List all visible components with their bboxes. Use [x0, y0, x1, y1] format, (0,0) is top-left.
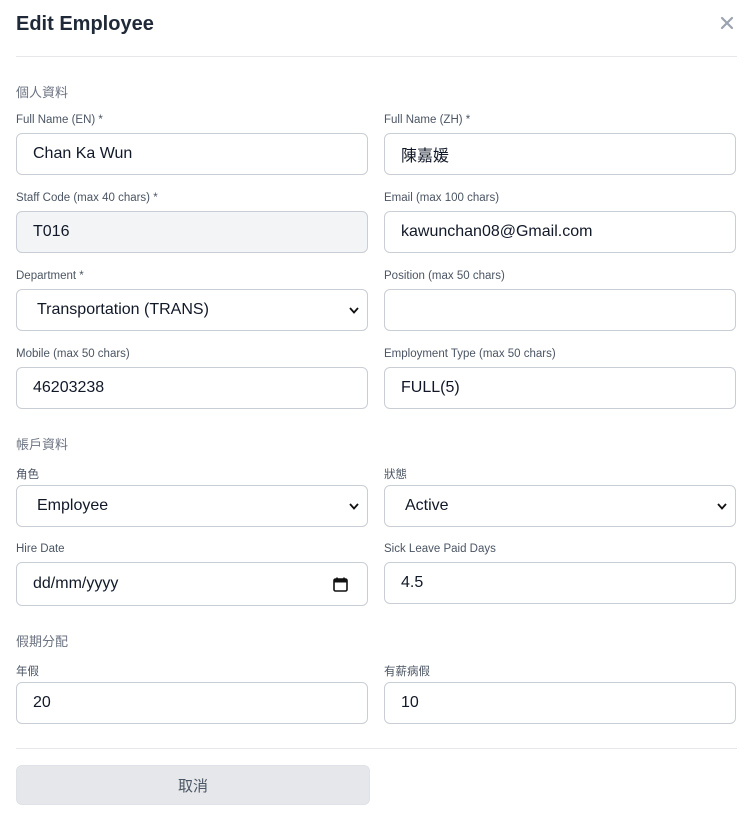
role-value: Employee — [37, 497, 109, 514]
section-title-account: 帳戶資料 — [16, 438, 69, 453]
role-select[interactable]: Employee — [16, 485, 368, 527]
sick-leave-paid-days-input[interactable]: 4.5 — [384, 562, 736, 604]
position-label: Position (max 50 chars) — [384, 270, 505, 282]
full-name-zh-value: 陳嘉媛 — [401, 148, 450, 165]
email-value: kawunchan08@Gmail.com — [401, 223, 593, 240]
full-name-en-input[interactable]: Chan Ka Wun — [16, 133, 368, 175]
calendar-icon[interactable] — [331, 577, 349, 592]
department-value: Transportation (TRANS) — [37, 301, 209, 318]
dialog-title: Edit Employee — [16, 13, 154, 35]
full-name-zh-label: Full Name (ZH) * — [384, 114, 471, 126]
annual-leave-label: 年假 — [16, 666, 39, 678]
cancel-button[interactable]: 取消 — [16, 765, 370, 805]
footer-divider — [16, 748, 737, 749]
section-title-leave: 假期分配 — [16, 635, 69, 650]
employment-type-input[interactable]: FULL(5) — [384, 367, 736, 409]
paid-sick-leave-input[interactable]: 10 — [384, 682, 736, 724]
full-name-zh-input[interactable]: 陳嘉媛 — [384, 133, 736, 175]
department-select[interactable]: Transportation (TRANS) — [16, 289, 368, 331]
paid-sick-leave-label: 有薪病假 — [384, 666, 430, 678]
annual-leave-value: 20 — [33, 694, 51, 711]
position-input[interactable] — [384, 289, 736, 331]
chevron-down-icon — [715, 502, 729, 510]
close-icon — [720, 16, 734, 30]
email-label: Email (max 100 chars) — [384, 192, 500, 204]
edit-employee-dialog: Edit Employee 個人資料 Full Name (EN) * Chan… — [0, 0, 753, 820]
role-label: 角色 — [16, 469, 39, 481]
mobile-value: 46203238 — [33, 379, 105, 396]
full-name-en-label: Full Name (EN) * — [16, 114, 103, 126]
department-label: Department * — [16, 270, 84, 282]
close-button[interactable] — [717, 12, 737, 34]
staff-code-input[interactable]: T016 — [16, 211, 368, 253]
status-value: Active — [405, 497, 449, 514]
hire-date-input[interactable]: dd/mm/yyyy — [16, 562, 368, 606]
paid-sick-leave-value: 10 — [401, 694, 419, 711]
full-name-en-value: Chan Ka Wun — [33, 145, 133, 162]
status-label: 狀態 — [384, 469, 407, 481]
dialog-header: Edit Employee — [16, 0, 737, 57]
hire-date-label: Hire Date — [16, 543, 65, 555]
employment-type-value: FULL(5) — [401, 379, 460, 396]
hire-date-placeholder: dd/mm/yyyy — [33, 575, 119, 592]
annual-leave-input[interactable]: 20 — [16, 682, 368, 724]
staff-code-label: Staff Code (max 40 chars) * — [16, 192, 158, 204]
chevron-down-icon — [347, 502, 361, 510]
sick-leave-paid-days-label: Sick Leave Paid Days — [384, 543, 496, 555]
sick-leave-paid-days-value: 4.5 — [401, 574, 424, 591]
email-input[interactable]: kawunchan08@Gmail.com — [384, 211, 736, 253]
employment-type-label: Employment Type (max 50 chars) — [384, 348, 556, 360]
staff-code-value: T016 — [33, 223, 70, 240]
status-select[interactable]: Active — [384, 485, 736, 527]
mobile-label: Mobile (max 50 chars) — [16, 348, 130, 360]
mobile-input[interactable]: 46203238 — [16, 367, 368, 409]
chevron-down-icon — [347, 306, 361, 314]
section-title-personal: 個人資料 — [16, 86, 69, 101]
